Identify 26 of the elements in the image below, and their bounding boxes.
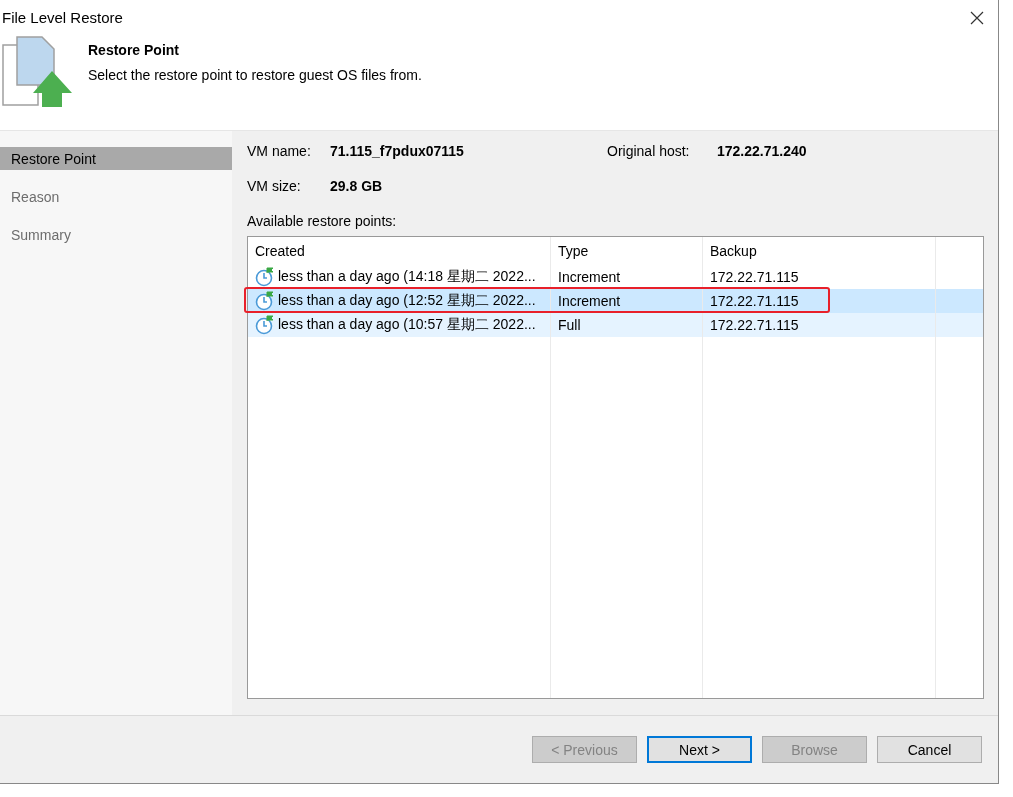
list-label: Available restore points:	[247, 213, 398, 229]
step-title: Restore Point	[88, 42, 180, 58]
info-value: 71.115_f7pdux07115	[330, 143, 465, 159]
clock-flag-icon	[255, 291, 275, 311]
step-description: Select the restore point to restore guest OS files from.	[88, 67, 422, 83]
sidebar-step[interactable]: Reason	[0, 185, 232, 208]
clock-flag-icon	[255, 267, 275, 287]
column-header[interactable]: Created	[248, 237, 551, 265]
wizard-button[interactable]: Cancel	[877, 736, 982, 763]
column-header[interactable]: Backup	[703, 237, 936, 265]
close-icon[interactable]	[970, 10, 984, 25]
sidebar-step[interactable]: Summary	[0, 223, 232, 246]
window-title: File Level Restore	[2, 9, 123, 26]
info-label: VM size:	[247, 178, 302, 194]
info-label: VM name:	[247, 143, 312, 159]
table-cell: 172.22.71.115	[703, 313, 936, 337]
clock-flag-icon	[255, 315, 275, 335]
sidebar-step[interactable]: Restore Point	[0, 147, 232, 170]
column-header[interactable]: Type	[551, 237, 703, 265]
info-value: 29.8 GB	[330, 178, 384, 194]
table-cell: less than a day ago (10:57 星期二 2022...	[248, 313, 551, 337]
table-cell: Full	[551, 313, 703, 337]
table-row[interactable]: less than a day ago (10:57 星期二 2022... Full 172.22.71.115	[248, 313, 983, 337]
wizard-button[interactable]: Next >	[647, 736, 752, 763]
info-label: Original host:	[607, 143, 691, 159]
info-value: 172.22.71.240	[717, 143, 808, 159]
